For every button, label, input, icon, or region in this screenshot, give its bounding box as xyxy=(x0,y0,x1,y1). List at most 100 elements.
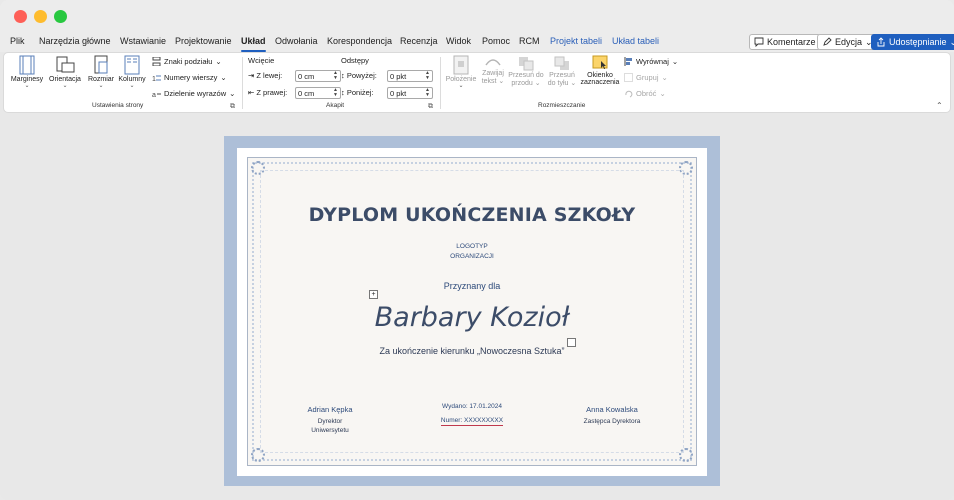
tab-table-layout[interactable]: Układ tabeli xyxy=(612,36,659,52)
indent-right-input[interactable]: 0 cm ▲ ▼ xyxy=(295,87,341,99)
group-button[interactable]: Grupuj ⌄ xyxy=(624,73,668,82)
selection-label-2: zaznaczenia xyxy=(580,79,620,86)
page-size-icon xyxy=(94,55,108,74)
serial-number[interactable]: Numer: XXXXXXXXX xyxy=(412,417,532,426)
signature-right[interactable]: Anna Kowalska Zastępca Dyrektora xyxy=(552,405,672,426)
position-label: Położenie xyxy=(445,76,477,83)
tab-review[interactable]: Recenzja xyxy=(400,36,438,52)
rotate-button[interactable]: Obróć ⌄ xyxy=(624,89,666,98)
space-after-input[interactable]: 0 pkt ▲ ▼ xyxy=(387,87,433,99)
bring-forward-icon xyxy=(519,57,534,71)
bring-forward-button[interactable]: Przesuń do przodu ⌄ xyxy=(507,55,545,87)
wrap-label-1: Zawijaj xyxy=(482,70,504,77)
forward-label-1: Przesuń do xyxy=(508,72,544,79)
send-backward-icon xyxy=(554,56,569,70)
minimize-window-button[interactable] xyxy=(34,10,47,23)
pencil-icon xyxy=(823,37,832,46)
granted-for-text[interactable]: Przyznany dla xyxy=(247,281,697,291)
indent-left-input[interactable]: 0 cm ▲ ▼ xyxy=(295,70,341,82)
hyphenation-label: Dzielenie wyrazów xyxy=(164,89,227,98)
rotate-icon xyxy=(625,90,633,98)
paragraph-dialog-launcher[interactable]: ⧉ xyxy=(428,103,433,111)
tab-insert[interactable]: Wstawianie xyxy=(120,36,166,52)
indent-header: Wcięcie xyxy=(248,56,275,65)
page-break-icon xyxy=(152,57,161,66)
tab-design[interactable]: Projektowanie xyxy=(175,36,232,52)
spacing-header: Odstępy xyxy=(341,56,369,65)
arrange-group-label: Rozmieszczanie xyxy=(538,102,586,109)
hyphenation-button[interactable]: a Dzielenie wyrazów ⌄ xyxy=(152,89,235,98)
margins-label: Marginesy xyxy=(10,76,44,83)
tab-rcm[interactable]: RCM xyxy=(519,36,540,52)
signature-left[interactable]: Adrian Kępka Dyrektor Uniwersytetu xyxy=(270,405,390,435)
line-numbers-label: Numery wierszy xyxy=(164,73,218,82)
orientation-button[interactable]: Orientacja ⌄ xyxy=(46,55,84,89)
signer-right-name: Anna Kowalska xyxy=(586,405,638,414)
signer-left-role1: Dyrektor xyxy=(317,418,343,425)
breaks-label: Znaki podziału xyxy=(164,57,213,66)
recipient-name[interactable]: Barbary Kozioł xyxy=(247,302,697,333)
margins-button[interactable]: Marginesy ⌄ xyxy=(10,55,44,89)
signer-right-role: Zastępca Dyrektora xyxy=(583,418,641,425)
selection-pane-button[interactable]: Okienko zaznaczenia xyxy=(579,55,621,86)
title-bar xyxy=(0,0,954,32)
indent-right-label: ⇤ Z prawej: xyxy=(248,88,288,97)
page-setup-dialog-launcher[interactable]: ⧉ xyxy=(230,103,235,111)
svg-text:1: 1 xyxy=(152,76,156,82)
space-before-input[interactable]: 0 pkt ▲ ▼ xyxy=(387,70,433,82)
margins-icon xyxy=(19,55,35,75)
editing-button[interactable]: Edycja ⌄ xyxy=(817,34,878,50)
tab-view[interactable]: Widok xyxy=(446,36,471,52)
wrap-text-icon xyxy=(485,59,501,66)
close-window-button[interactable] xyxy=(14,10,27,23)
comments-button[interactable]: Komentarze xyxy=(749,34,821,50)
breaks-button[interactable]: Znaki podziału ⌄ xyxy=(152,57,222,66)
svg-text:a: a xyxy=(152,92,156,98)
tab-table-design[interactable]: Projekt tabeli xyxy=(550,36,602,52)
table-resize-handle[interactable] xyxy=(567,338,576,347)
ornament-corner xyxy=(679,161,693,175)
ribbon-separator xyxy=(242,57,243,109)
position-button[interactable]: Położenie ⌄ xyxy=(444,55,478,89)
page-setup-group-label: Ustawienia strony xyxy=(92,102,144,109)
columns-button[interactable]: Kolumny ⌄ xyxy=(117,55,147,89)
share-label: Udostępnianie xyxy=(889,37,947,47)
tab-home[interactable]: Narzędzia główne xyxy=(39,36,111,52)
selection-label-1: Okienko xyxy=(587,72,613,79)
rotate-label: Obróć xyxy=(636,89,657,98)
forward-label-2: przodu xyxy=(511,80,533,87)
ornament-corner xyxy=(251,448,265,462)
indent-left-label: ⇥ Z lewej: xyxy=(248,71,283,80)
backward-label-2: do tyłu xyxy=(547,80,569,87)
tab-layout[interactable]: Układ xyxy=(241,36,266,52)
editing-label: Edycja xyxy=(835,37,863,47)
tab-mailings[interactable]: Korespondencja xyxy=(327,36,392,52)
paragraph-group-label: Akapit xyxy=(326,102,345,109)
group-icon xyxy=(624,73,633,82)
wrap-text-button[interactable]: Zawijaj tekst ⌄ xyxy=(478,55,508,85)
size-button[interactable]: Rozmiar ⌄ xyxy=(86,55,116,89)
tab-references[interactable]: Odwołania xyxy=(275,36,318,52)
collapse-ribbon-icon[interactable]: ⌃ xyxy=(936,101,943,110)
send-backward-button[interactable]: Przesuń do tyłu ⌄ xyxy=(545,55,579,87)
line-numbers-button[interactable]: 1 Numery wierszy ⌄ xyxy=(152,73,227,82)
columns-label: Kolumny xyxy=(118,76,146,83)
table-move-handle[interactable]: + xyxy=(369,290,378,299)
logo-placeholder-line1[interactable]: LOGOTYP xyxy=(247,243,697,250)
align-button[interactable]: Wyrównaj ⌄ xyxy=(624,57,678,66)
certificate-title[interactable]: DYPLOM UKOŃCZENIA SZKOŁY xyxy=(247,204,697,226)
ornament-corner xyxy=(679,448,693,462)
issue-date[interactable]: Wydano: 17.01.2024 xyxy=(412,403,532,410)
tab-file[interactable]: Plik xyxy=(10,36,25,52)
signer-left-name: Adrian Kępka xyxy=(307,405,353,414)
tab-help[interactable]: Pomoc xyxy=(482,36,510,52)
course-text[interactable]: Za ukończenie kierunku „Nowoczesna Sztuk… xyxy=(247,346,697,356)
zoom-window-button[interactable] xyxy=(54,10,67,23)
wrap-label-2: tekst xyxy=(481,78,497,85)
logo-placeholder-line2[interactable]: ORGANIZACJI xyxy=(247,253,697,260)
size-label: Rozmiar xyxy=(87,76,115,83)
selection-pane-icon xyxy=(592,55,608,69)
share-button[interactable]: Udostępnianie ⌄ xyxy=(871,34,954,50)
ornament-corner xyxy=(251,161,265,175)
orientation-icon xyxy=(56,56,75,73)
